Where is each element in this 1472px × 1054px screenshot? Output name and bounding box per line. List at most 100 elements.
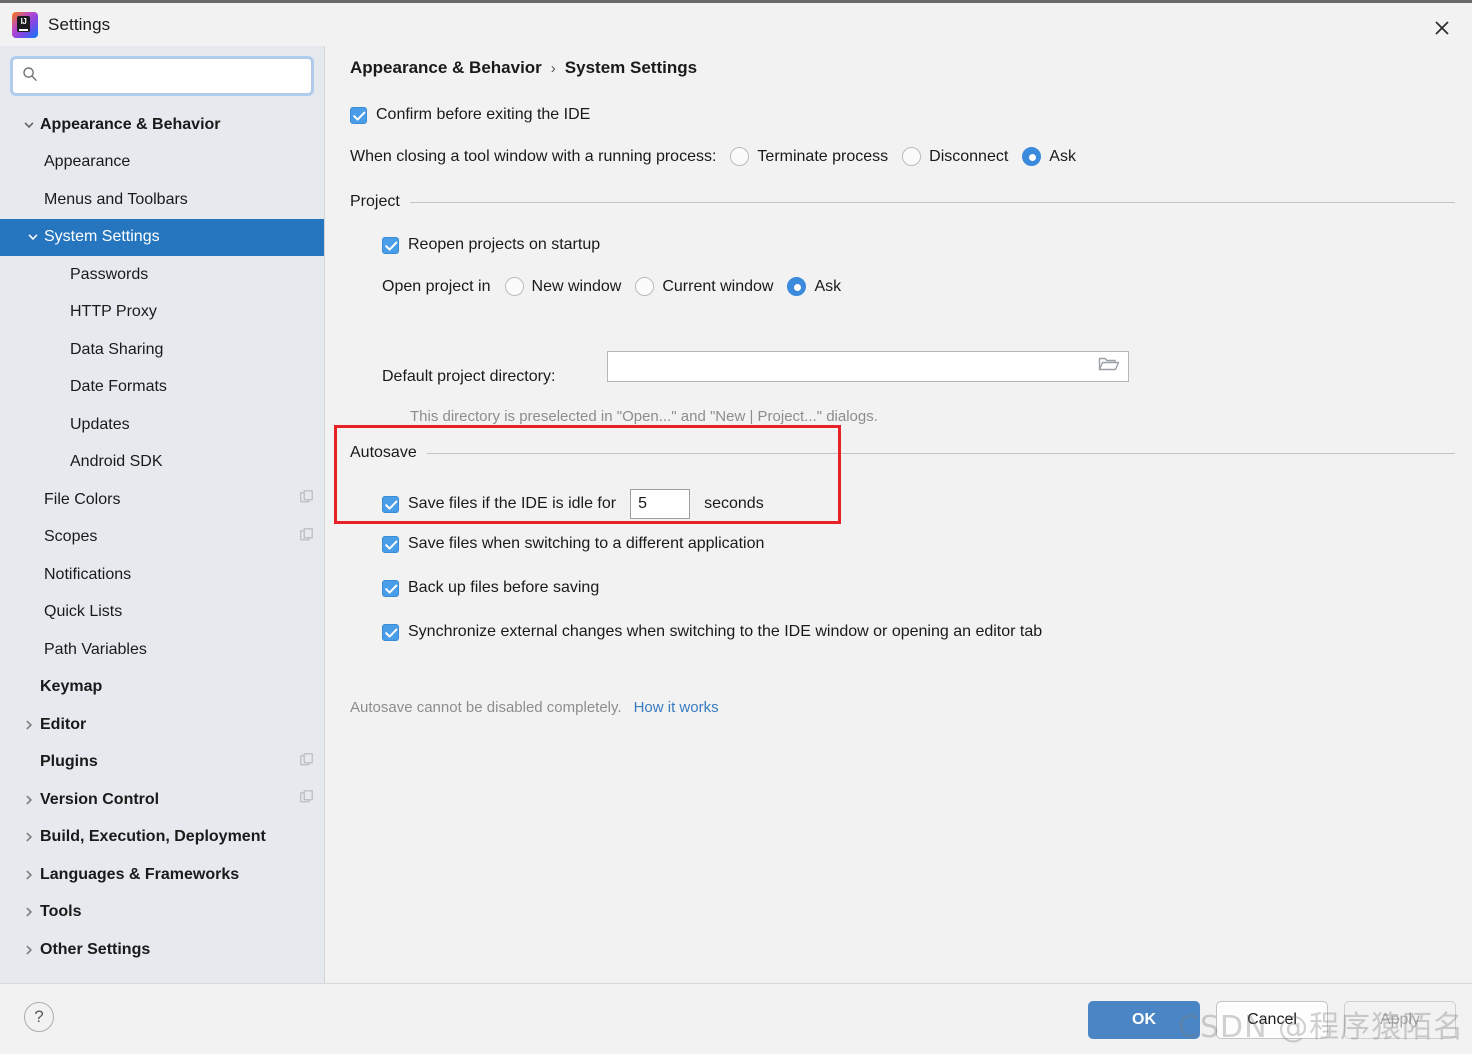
sidebar-item-keymap[interactable]: Keymap: [0, 669, 324, 707]
radio-terminate-process-label: Terminate process: [757, 147, 889, 165]
chevron-right-icon[interactable]: [18, 906, 40, 918]
chevron-down-icon[interactable]: [22, 231, 44, 243]
sidebar-item-plugins[interactable]: Plugins: [0, 744, 324, 782]
sidebar-item-label: Version Control: [40, 790, 160, 808]
chevron-right-icon[interactable]: [18, 831, 40, 843]
sidebar-item-label: Quick Lists: [44, 603, 123, 621]
radio-ask-open-project[interactable]: [787, 277, 807, 296]
chevron-right-icon[interactable]: [18, 869, 40, 881]
sidebar-item-file-colors[interactable]: File Colors: [0, 481, 324, 519]
radio-ask-tool-window[interactable]: [1022, 147, 1042, 166]
reopen-projects-checkbox[interactable]: [382, 236, 399, 254]
sidebar-item-label: File Colors: [44, 490, 121, 508]
breadcrumb: Appearance & Behavior › System Settings: [350, 58, 697, 78]
default-project-directory-input[interactable]: [608, 358, 1098, 375]
confirm-exit-label: Confirm before exiting the IDE: [376, 106, 591, 123]
sidebar-item-system-settings[interactable]: System Settings: [0, 218, 324, 256]
confirm-exit-row[interactable]: Confirm before exiting the IDE: [350, 106, 590, 124]
sidebar-item-data-sharing[interactable]: Data Sharing: [0, 331, 324, 369]
title-bar: IJ Settings: [0, 0, 1472, 46]
sidebar-item-label: Editor: [40, 715, 87, 733]
radio-disconnect[interactable]: [902, 147, 922, 166]
breadcrumb-separator-icon: ›: [550, 59, 556, 77]
copy-settings-icon[interactable]: [300, 753, 314, 772]
sidebar-item-version-control[interactable]: Version Control: [0, 781, 324, 819]
sync-external-changes-row[interactable]: Synchronize external changes when switch…: [382, 623, 1042, 641]
ok-button[interactable]: OK: [1088, 1001, 1200, 1039]
chevron-right-icon[interactable]: [18, 944, 40, 956]
sidebar-item-label: Date Formats: [70, 378, 167, 396]
sidebar-item-label: Passwords: [70, 265, 149, 283]
sidebar-item-build-execution-deployment[interactable]: Build, Execution, Deployment: [0, 819, 324, 857]
breadcrumb-current: System Settings: [564, 58, 698, 77]
radio-current-window[interactable]: [635, 277, 655, 296]
sidebar-item-editor[interactable]: Editor: [0, 706, 324, 744]
sidebar-item-label: Updates: [70, 415, 130, 433]
default-project-directory-row: Default project directory:: [382, 368, 555, 386]
close-icon[interactable]: [1412, 6, 1472, 49]
chevron-down-icon[interactable]: [18, 119, 40, 131]
save-on-switch-checkbox[interactable]: [382, 535, 399, 553]
sidebar-item-date-formats[interactable]: Date Formats: [0, 369, 324, 407]
default-project-directory-hint: This directory is preselected in "Open..…: [410, 408, 878, 425]
sidebar-item-label: Tools: [40, 903, 82, 921]
settings-dialog: IJ Settings Appearance & Behavior Appear…: [0, 0, 1472, 1054]
folder-icon[interactable]: [1098, 355, 1120, 378]
backup-files-checkbox[interactable]: [382, 579, 399, 597]
save-on-switch-row[interactable]: Save files when switching to a different…: [382, 535, 764, 553]
copy-settings-icon[interactable]: [300, 490, 314, 509]
chevron-right-icon[interactable]: [18, 719, 40, 731]
sidebar-item-path-variables[interactable]: Path Variables: [0, 631, 324, 669]
sidebar-item-passwords[interactable]: Passwords: [0, 256, 324, 294]
radio-terminate-process[interactable]: [730, 147, 750, 166]
sidebar-item-appearance-behavior[interactable]: Appearance & Behavior: [0, 106, 324, 144]
sidebar-item-updates[interactable]: Updates: [0, 406, 324, 444]
sidebar-item-label: Notifications: [44, 565, 132, 583]
autosave-note: Autosave cannot be disabled completely.: [350, 699, 622, 716]
idle-seconds-input[interactable]: [631, 494, 690, 514]
sidebar-item-tools[interactable]: Tools: [0, 894, 324, 932]
sidebar-item-menus-and-toolbars[interactable]: Menus and Toolbars: [0, 181, 324, 219]
sidebar-item-quick-lists[interactable]: Quick Lists: [0, 594, 324, 632]
search-input[interactable]: [44, 67, 303, 85]
main-content: Appearance & Behavior › System Settings …: [326, 46, 1472, 983]
copy-settings-icon[interactable]: [300, 528, 314, 547]
sidebar-item-other-settings[interactable]: Other Settings: [0, 931, 324, 969]
project-section-divider: [409, 201, 1455, 203]
radio-new-window[interactable]: [504, 277, 524, 296]
reopen-projects-row[interactable]: Reopen projects on startup: [382, 236, 600, 254]
autosave-section-divider: [426, 452, 1455, 454]
idle-save-suffix-label: seconds: [704, 495, 764, 512]
copy-settings-icon[interactable]: [300, 790, 314, 809]
default-project-directory-field[interactable]: [607, 351, 1129, 382]
sidebar-item-android-sdk[interactable]: Android SDK: [0, 444, 324, 482]
default-project-directory-label: Default project directory:: [382, 368, 556, 385]
autosave-note-row: Autosave cannot be disabled completely. …: [350, 699, 719, 716]
sidebar-item-label: Keymap: [40, 678, 103, 696]
sidebar-item-label: System Settings: [44, 228, 160, 246]
idle-seconds-field[interactable]: [630, 489, 691, 519]
intellij-idea-logo-icon: IJ: [12, 11, 38, 38]
cancel-button[interactable]: Cancel: [1216, 1001, 1328, 1039]
sidebar-item-label: Android SDK: [70, 453, 163, 471]
sidebar-item-scopes[interactable]: Scopes: [0, 519, 324, 557]
sync-external-changes-checkbox[interactable]: [382, 623, 399, 641]
search-box[interactable]: [12, 58, 312, 94]
sidebar-item-appearance[interactable]: Appearance: [0, 144, 324, 182]
sidebar-item-http-proxy[interactable]: HTTP Proxy: [0, 294, 324, 332]
sidebar-item-languages-frameworks[interactable]: Languages & Frameworks: [0, 856, 324, 894]
confirm-exit-checkbox[interactable]: [350, 106, 367, 124]
breadcrumb-parent[interactable]: Appearance & Behavior: [350, 58, 542, 78]
settings-sidebar: Appearance & Behavior Appearance Menus and…: [0, 46, 325, 983]
project-section-header: Project: [350, 193, 1455, 211]
idle-save-checkbox[interactable]: [382, 495, 399, 513]
settings-tree: Appearance & Behavior Appearance Menus and…: [0, 104, 324, 969]
help-icon[interactable]: ?: [24, 1002, 54, 1032]
sidebar-item-label: Appearance: [44, 153, 131, 171]
backup-files-row[interactable]: Back up files before saving: [382, 579, 599, 597]
sidebar-item-label: Scopes: [44, 528, 98, 546]
chevron-right-icon[interactable]: [18, 794, 40, 806]
how-it-works-link[interactable]: How it works: [634, 699, 719, 716]
sidebar-item-notifications[interactable]: Notifications: [0, 556, 324, 594]
idle-save-row[interactable]: Save files if the IDE is idle for second…: [382, 489, 764, 519]
